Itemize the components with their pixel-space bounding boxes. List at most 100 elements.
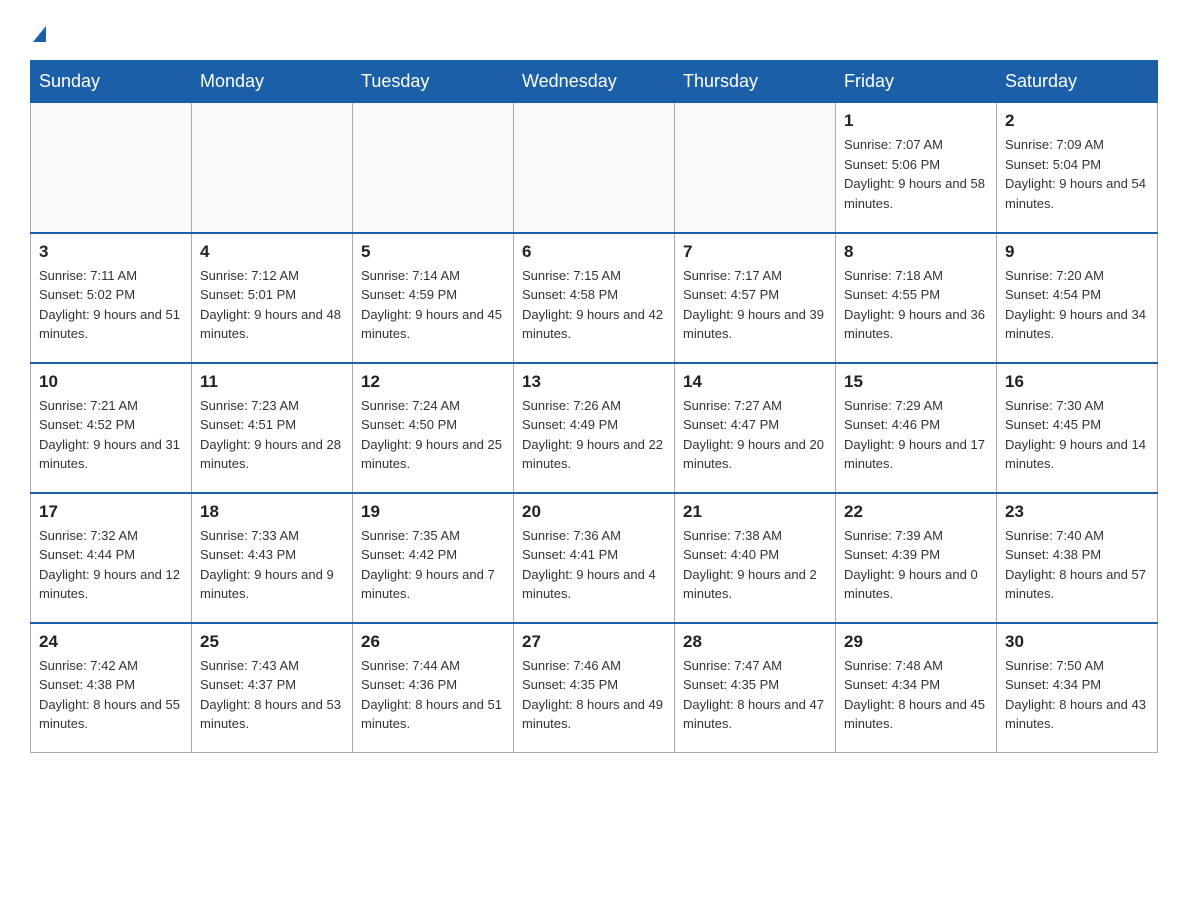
calendar-cell: 11Sunrise: 7:23 AMSunset: 4:51 PMDayligh… (192, 363, 353, 493)
day-info-text: Daylight: 8 hours and 55 minutes. (39, 695, 183, 734)
day-info-text: Sunset: 4:40 PM (683, 545, 827, 565)
day-info-text: Sunrise: 7:36 AM (522, 526, 666, 546)
day-info-text: Daylight: 9 hours and 51 minutes. (39, 305, 183, 344)
day-info-text: Daylight: 9 hours and 14 minutes. (1005, 435, 1149, 474)
calendar-cell (514, 103, 675, 233)
day-info-text: Sunrise: 7:38 AM (683, 526, 827, 546)
day-info-text: Daylight: 9 hours and 58 minutes. (844, 174, 988, 213)
day-info-text: Sunrise: 7:11 AM (39, 266, 183, 286)
calendar-cell: 9Sunrise: 7:20 AMSunset: 4:54 PMDaylight… (997, 233, 1158, 363)
day-info-text: Sunset: 4:34 PM (1005, 675, 1149, 695)
calendar-cell: 7Sunrise: 7:17 AMSunset: 4:57 PMDaylight… (675, 233, 836, 363)
calendar-cell: 5Sunrise: 7:14 AMSunset: 4:59 PMDaylight… (353, 233, 514, 363)
calendar-week-row: 17Sunrise: 7:32 AMSunset: 4:44 PMDayligh… (31, 493, 1158, 623)
calendar-cell: 17Sunrise: 7:32 AMSunset: 4:44 PMDayligh… (31, 493, 192, 623)
calendar-cell: 28Sunrise: 7:47 AMSunset: 4:35 PMDayligh… (675, 623, 836, 753)
day-info-text: Daylight: 9 hours and 42 minutes. (522, 305, 666, 344)
calendar-week-row: 10Sunrise: 7:21 AMSunset: 4:52 PMDayligh… (31, 363, 1158, 493)
day-info-text: Daylight: 9 hours and 17 minutes. (844, 435, 988, 474)
calendar-cell (353, 103, 514, 233)
day-info-text: Sunset: 4:43 PM (200, 545, 344, 565)
day-info-text: Sunset: 4:38 PM (39, 675, 183, 695)
day-info-text: Sunset: 4:41 PM (522, 545, 666, 565)
day-number: 27 (522, 632, 666, 652)
day-info-text: Sunrise: 7:29 AM (844, 396, 988, 416)
day-info-text: Sunrise: 7:12 AM (200, 266, 344, 286)
logo (30, 24, 46, 42)
calendar-cell: 6Sunrise: 7:15 AMSunset: 4:58 PMDaylight… (514, 233, 675, 363)
weekday-header-tuesday: Tuesday (353, 61, 514, 103)
day-info-text: Sunset: 4:35 PM (522, 675, 666, 695)
weekday-header-sunday: Sunday (31, 61, 192, 103)
day-info-text: Sunrise: 7:47 AM (683, 656, 827, 676)
day-info-text: Sunrise: 7:39 AM (844, 526, 988, 546)
day-info-text: Sunrise: 7:17 AM (683, 266, 827, 286)
calendar-cell: 15Sunrise: 7:29 AMSunset: 4:46 PMDayligh… (836, 363, 997, 493)
day-info-text: Daylight: 9 hours and 36 minutes. (844, 305, 988, 344)
day-info-text: Sunrise: 7:43 AM (200, 656, 344, 676)
calendar-week-row: 24Sunrise: 7:42 AMSunset: 4:38 PMDayligh… (31, 623, 1158, 753)
day-number: 7 (683, 242, 827, 262)
day-info-text: Daylight: 9 hours and 34 minutes. (1005, 305, 1149, 344)
day-number: 11 (200, 372, 344, 392)
weekday-header-saturday: Saturday (997, 61, 1158, 103)
weekday-header-friday: Friday (836, 61, 997, 103)
day-number: 1 (844, 111, 988, 131)
day-number: 18 (200, 502, 344, 522)
calendar-cell: 18Sunrise: 7:33 AMSunset: 4:43 PMDayligh… (192, 493, 353, 623)
day-info-text: Sunset: 4:42 PM (361, 545, 505, 565)
day-info-text: Sunset: 4:35 PM (683, 675, 827, 695)
day-info-text: Sunset: 4:34 PM (844, 675, 988, 695)
day-info-text: Daylight: 9 hours and 45 minutes. (361, 305, 505, 344)
day-info-text: Sunset: 4:44 PM (39, 545, 183, 565)
day-info-text: Sunset: 4:49 PM (522, 415, 666, 435)
day-info-text: Sunrise: 7:30 AM (1005, 396, 1149, 416)
day-number: 28 (683, 632, 827, 652)
calendar-cell (31, 103, 192, 233)
day-info-text: Sunset: 4:37 PM (200, 675, 344, 695)
day-info-text: Daylight: 9 hours and 22 minutes. (522, 435, 666, 474)
day-info-text: Daylight: 9 hours and 7 minutes. (361, 565, 505, 604)
day-number: 19 (361, 502, 505, 522)
day-info-text: Sunset: 4:52 PM (39, 415, 183, 435)
calendar-cell: 29 Sunrise: 7:48 AMSunset: 4:34 PMDayligh… (836, 623, 997, 753)
day-info-text: Sunset: 4:51 PM (200, 415, 344, 435)
calendar-table: SundayMondayTuesdayWednesdayThursdayFrid… (30, 60, 1158, 753)
day-info-text: Daylight: 8 hours and 43 minutes. (1005, 695, 1149, 734)
calendar-cell: 1Sunrise: 7:07 AMSunset: 5:06 PMDaylight… (836, 103, 997, 233)
calendar-cell: 4Sunrise: 7:12 AMSunset: 5:01 PMDaylight… (192, 233, 353, 363)
calendar-cell: 12Sunrise: 7:24 AMSunset: 4:50 PMDayligh… (353, 363, 514, 493)
day-info-text: Sunrise: 7:46 AM (522, 656, 666, 676)
day-info-text: Sunset: 4:50 PM (361, 415, 505, 435)
weekday-header-monday: Monday (192, 61, 353, 103)
day-number: 29 (844, 632, 988, 652)
calendar-cell: 2Sunrise: 7:09 AMSunset: 5:04 PMDaylight… (997, 103, 1158, 233)
day-info-text: Sunrise: 7:21 AM (39, 396, 183, 416)
day-info-text: Daylight: 8 hours and 57 minutes. (1005, 565, 1149, 604)
day-number: 2 (1005, 111, 1149, 131)
day-number: 5 (361, 242, 505, 262)
calendar-cell: 10Sunrise: 7:21 AMSunset: 4:52 PMDayligh… (31, 363, 192, 493)
day-number: 23 (1005, 502, 1149, 522)
day-info-text: Daylight: 9 hours and 54 minutes. (1005, 174, 1149, 213)
day-info-text: Sunrise: 7:44 AM (361, 656, 505, 676)
day-info-text: Sunrise: 7:24 AM (361, 396, 505, 416)
day-info-text: Daylight: 8 hours and 51 minutes. (361, 695, 505, 734)
day-info-text: Sunset: 4:58 PM (522, 285, 666, 305)
day-info-text: Sunset: 5:02 PM (39, 285, 183, 305)
day-info-text: Daylight: 8 hours and 49 minutes. (522, 695, 666, 734)
day-info-text: Sunrise: 7:35 AM (361, 526, 505, 546)
day-info-text: Daylight: 8 hours and 45 minutes. (844, 695, 988, 734)
day-number: 22 (844, 502, 988, 522)
day-info-text: Sunrise: 7:20 AM (1005, 266, 1149, 286)
day-info-text: Sunrise: 7:48 AM (844, 656, 988, 676)
day-info-text: Daylight: 9 hours and 48 minutes. (200, 305, 344, 344)
day-info-text: Sunset: 4:45 PM (1005, 415, 1149, 435)
calendar-cell: 19 Sunrise: 7:35 AMSunset: 4:42 PMDayligh… (353, 493, 514, 623)
calendar-cell: 20Sunrise: 7:36 AMSunset: 4:41 PMDayligh… (514, 493, 675, 623)
day-info-text: Sunset: 4:39 PM (844, 545, 988, 565)
day-info-text: Sunrise: 7:23 AM (200, 396, 344, 416)
day-info-text: Sunrise: 7:14 AM (361, 266, 505, 286)
day-number: 8 (844, 242, 988, 262)
day-info-text: Sunset: 5:04 PM (1005, 155, 1149, 175)
